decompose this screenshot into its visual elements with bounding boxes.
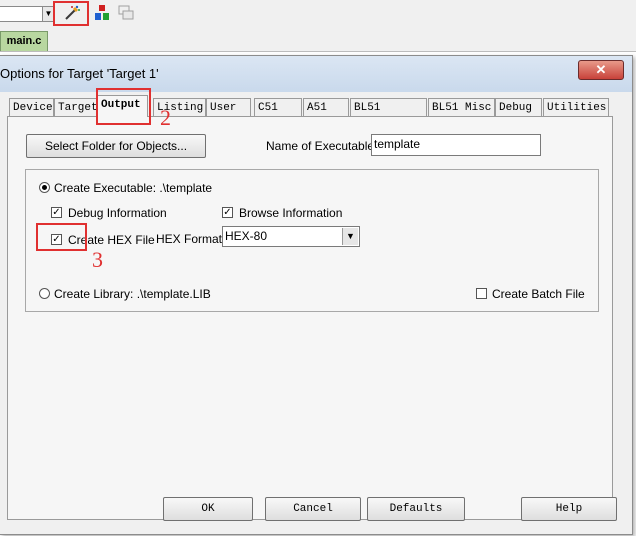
manage-components-icon[interactable] [92, 3, 112, 23]
name-of-executable-input[interactable]: template [371, 134, 541, 156]
create-batch-file-checkbox[interactable] [476, 288, 487, 299]
tab-device[interactable]: Device [9, 98, 54, 116]
ok-button[interactable]: OK [163, 497, 253, 521]
create-batch-file-label: Create Batch File [492, 287, 585, 301]
create-library-label: Create Library: .\template.LIB [54, 287, 211, 301]
annotation-3: 3 [92, 247, 103, 272]
dialog-title: Options for Target 'Target 1' [0, 66, 159, 81]
tab-user[interactable]: User [206, 98, 251, 116]
browse-information-label: Browse Information [239, 206, 343, 220]
defaults-button[interactable]: Defaults [367, 497, 465, 521]
highlight-box-1 [53, 1, 89, 26]
tab-bl51-misc[interactable]: BL51 Misc [428, 98, 495, 116]
tab-target[interactable]: Target [54, 98, 98, 116]
cancel-button[interactable]: Cancel [265, 497, 361, 521]
hex-format-select[interactable]: HEX-80 ▼ [222, 226, 360, 247]
debug-information-checkbox[interactable]: ✓ [51, 207, 62, 218]
chevron-down-icon[interactable]: ▼ [342, 228, 358, 245]
tab-bl51-locate[interactable]: BL51 Locate [350, 98, 427, 132]
options-dialog: Options for Target 'Target 1' ✕ Device T… [0, 55, 633, 535]
create-executable-label: Create Executable: .\template [54, 181, 213, 195]
select-folder-button[interactable]: Select Folder for Objects... [26, 134, 206, 158]
radio-dot-icon [42, 185, 47, 190]
file-tab-bar: main.c [0, 27, 636, 52]
tab-utilities[interactable]: Utilities [543, 98, 609, 116]
highlight-box-2 [96, 88, 151, 125]
tab-a51[interactable]: A51 [303, 98, 349, 116]
output-tab-panel: Select Folder for Objects... Name of Exe… [7, 116, 613, 520]
browse-information-checkbox[interactable]: ✓ [222, 207, 233, 218]
tab-debug[interactable]: Debug [495, 98, 542, 116]
create-library-radio[interactable] [39, 288, 50, 299]
highlight-box-3 [36, 223, 87, 251]
debug-information-label: Debug Information [68, 206, 167, 220]
help-button[interactable]: Help [521, 497, 617, 521]
hex-format-value: HEX-80 [225, 229, 268, 243]
dialog-client: Device Target Output Listing User C51 A5… [3, 88, 627, 528]
target-combo[interactable]: ▼ [0, 6, 55, 22]
hex-format-label: HEX Format: [156, 232, 226, 246]
tab-c51[interactable]: C51 [254, 98, 302, 116]
name-of-executable-label: Name of Executable: [266, 139, 378, 153]
close-icon[interactable]: ✕ [578, 60, 624, 80]
file-tab-main-c[interactable]: main.c [0, 31, 48, 51]
dialog-titlebar: Options for Target 'Target 1' ✕ [0, 56, 632, 92]
toolbar: ▼ [0, 0, 636, 28]
annotation-2: 2 [160, 105, 171, 130]
create-executable-radio[interactable] [39, 182, 50, 193]
window-stack-icon[interactable] [116, 3, 136, 23]
